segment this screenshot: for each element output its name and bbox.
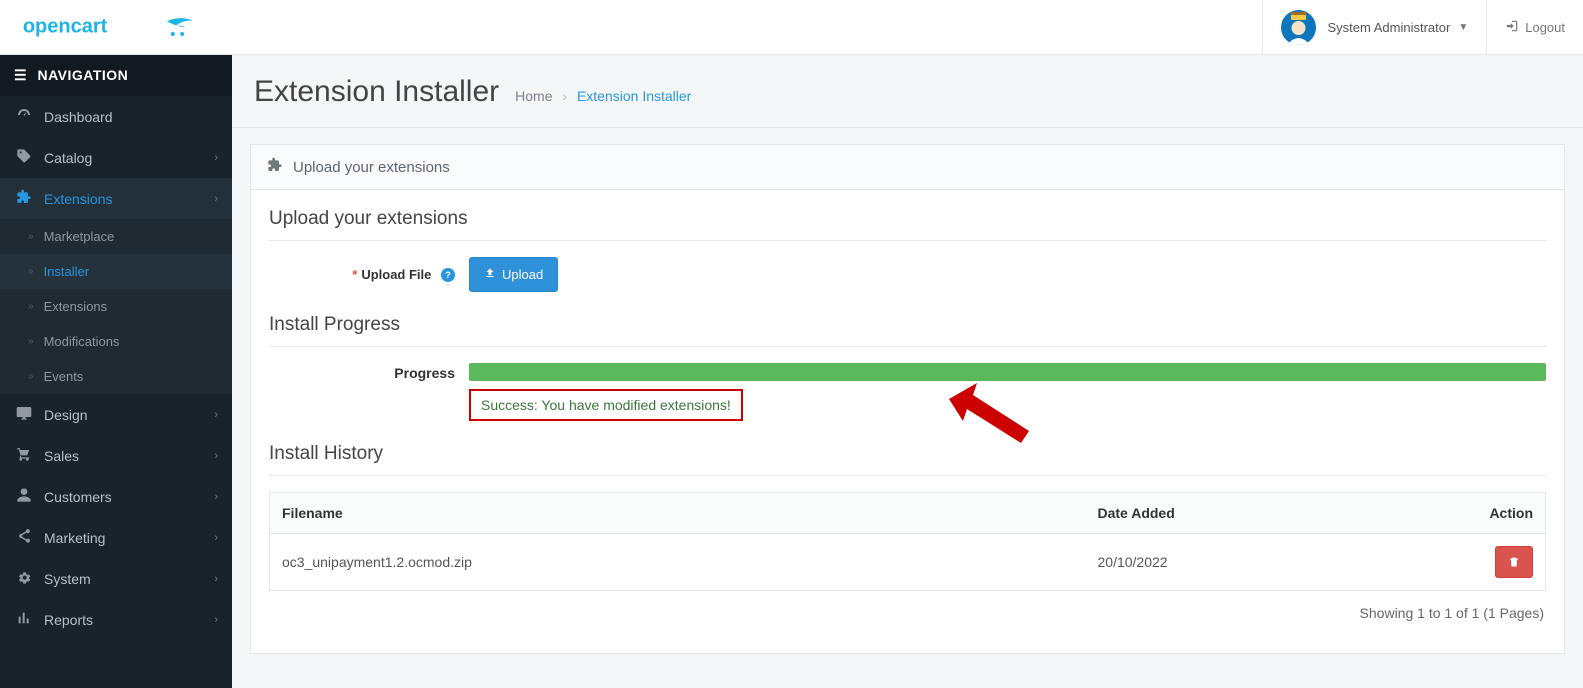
cell-date: 20/10/2022 — [1086, 534, 1366, 591]
share-icon — [16, 528, 38, 547]
sidebar-item-marketing[interactable]: Marketing › — [0, 517, 232, 558]
sidebar-sub-marketplace[interactable]: » Marketplace — [0, 219, 232, 254]
page-title: Extension Installer — [254, 75, 499, 109]
header: opencart System Administrator ▼ Logout — [0, 0, 1583, 55]
user-menu[interactable]: System Administrator ▼ — [1262, 0, 1487, 54]
progress-message: Success: You have modified extensions! — [481, 397, 731, 413]
sidebar-sub-installer[interactable]: » Installer — [0, 254, 232, 289]
double-chevron-icon: » — [28, 336, 34, 347]
progress-message-box: Success: You have modified extensions! — [469, 389, 743, 421]
history-section-title: Install History — [269, 443, 1546, 476]
avatar — [1281, 10, 1316, 45]
sidebar-item-extensions[interactable]: Extensions › — [0, 178, 232, 219]
bar-chart-icon — [16, 610, 38, 629]
progress-section: Install Progress Progress Success: You h… — [269, 314, 1546, 421]
panel-header: Upload your extensions — [251, 145, 1564, 190]
sidebar-sub-modifications[interactable]: » Modifications — [0, 324, 232, 359]
double-chevron-icon: » — [28, 301, 34, 312]
logo[interactable]: opencart — [0, 0, 232, 54]
help-icon[interactable]: ? — [441, 268, 455, 282]
upload-icon — [484, 267, 496, 282]
desktop-icon — [16, 405, 38, 424]
nav-title: ☰ NAVIGATION — [0, 55, 232, 96]
user-icon — [16, 487, 38, 506]
delete-button[interactable] — [1495, 546, 1533, 578]
progress-bar — [469, 363, 1546, 381]
chevron-right-icon: › — [214, 491, 218, 503]
col-action: Action — [1366, 493, 1546, 534]
chevron-right-icon: › — [214, 614, 218, 626]
history-section: Install History Filename Date Added Acti… — [269, 443, 1546, 623]
sidebar: ☰ NAVIGATION Dashboard Catalog › Extensi… — [0, 55, 232, 688]
sidebar-item-dashboard[interactable]: Dashboard — [0, 96, 232, 137]
sidebar-item-catalog[interactable]: Catalog › — [0, 137, 232, 178]
history-table: Filename Date Added Action oc3_unipaymen… — [269, 492, 1546, 591]
progress-section-title: Install Progress — [269, 314, 1546, 347]
dashboard-icon — [16, 107, 38, 126]
upload-section: Upload your extensions *Upload File ? — [269, 208, 1546, 292]
gear-icon — [16, 569, 38, 588]
logout-label: Logout — [1525, 20, 1565, 35]
main: Extension Installer Home › Extension Ins… — [232, 55, 1583, 688]
logout-button[interactable]: Logout — [1486, 0, 1583, 54]
caret-down-icon: ▼ — [1458, 22, 1468, 33]
chevron-right-icon: › — [214, 152, 218, 164]
double-chevron-icon: » — [28, 371, 34, 382]
puzzle-icon — [267, 157, 283, 177]
sidebar-item-reports[interactable]: Reports › — [0, 599, 232, 640]
double-chevron-icon: » — [28, 231, 34, 242]
chevron-right-icon: › — [214, 450, 218, 462]
upload-section-title: Upload your extensions — [269, 208, 1546, 241]
upload-button[interactable]: Upload — [469, 257, 558, 292]
breadcrumb: Home › Extension Installer — [515, 88, 691, 104]
table-row: oc3_unipayment1.2.ocmod.zip 20/10/2022 — [270, 534, 1546, 591]
page-header: Extension Installer Home › Extension Ins… — [232, 55, 1583, 128]
sidebar-sub-extensions[interactable]: » Extensions — [0, 289, 232, 324]
logout-icon — [1505, 19, 1519, 36]
tag-icon — [16, 148, 38, 167]
chevron-right-icon: › — [214, 573, 218, 585]
pager: Showing 1 to 1 of 1 (1 Pages) — [269, 591, 1546, 623]
sidebar-item-sales[interactable]: Sales › — [0, 435, 232, 476]
puzzle-icon — [16, 189, 38, 208]
trash-icon — [1508, 555, 1520, 569]
sidebar-item-design[interactable]: Design › — [0, 394, 232, 435]
user-name: System Administrator — [1328, 20, 1451, 35]
breadcrumb-home[interactable]: Home — [515, 88, 552, 104]
double-chevron-icon: » — [28, 266, 34, 277]
col-filename: Filename — [270, 493, 1086, 534]
panel: Upload your extensions Upload your exten… — [250, 144, 1565, 654]
sidebar-sub-events[interactable]: » Events — [0, 359, 232, 394]
chevron-right-icon: › — [214, 532, 218, 544]
sidebar-item-system[interactable]: System › — [0, 558, 232, 599]
col-date: Date Added — [1086, 493, 1366, 534]
sidebar-sub-extensions: » Marketplace » Installer » Extensions »… — [0, 219, 232, 394]
menu-icon: ☰ — [14, 67, 27, 83]
cell-filename: oc3_unipayment1.2.ocmod.zip — [270, 534, 1086, 591]
breadcrumb-current[interactable]: Extension Installer — [577, 88, 691, 104]
progress-label: Progress — [269, 363, 469, 381]
upload-label: *Upload File ? — [269, 267, 469, 283]
cart-icon — [16, 446, 38, 465]
chevron-right-icon: › — [214, 193, 218, 205]
sidebar-item-customers[interactable]: Customers › — [0, 476, 232, 517]
chevron-right-icon: › — [214, 409, 218, 421]
svg-text:opencart: opencart — [23, 16, 108, 38]
